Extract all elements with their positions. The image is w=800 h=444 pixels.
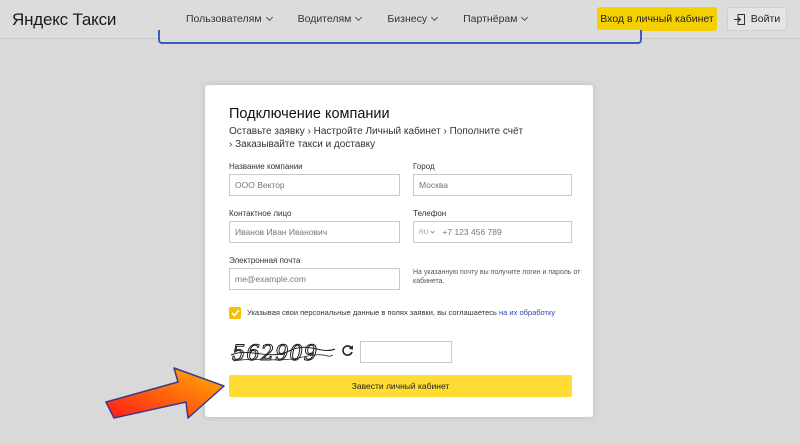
- logo-brand: Яндекс: [12, 10, 68, 29]
- consent-text: Указывая свои персональные данные в поля…: [247, 308, 555, 317]
- login-icon: [733, 13, 745, 25]
- chevron-down-icon: [521, 13, 529, 22]
- consent-label: Указывая свои персональные данные в поля…: [247, 308, 500, 317]
- chevron-down-icon: [431, 13, 439, 22]
- main-nav: Пользователям Водителям Бизнесу Партнёра…: [186, 13, 553, 25]
- login-button[interactable]: Войти: [727, 7, 787, 31]
- nav-item-label: Партнёрам: [463, 13, 518, 25]
- contact-person-label: Контактное лицо: [229, 209, 292, 218]
- company-form-card: Подключение компании Оставьте заявку › Н…: [205, 85, 593, 417]
- previous-section-card: [158, 30, 642, 44]
- checkmark-icon: [230, 309, 240, 317]
- captcha-input[interactable]: [360, 341, 452, 363]
- phone-placeholder: +7 123 456 789: [442, 227, 502, 237]
- chevron-down-icon: [265, 13, 273, 22]
- nav-item-label: Водителям: [297, 13, 352, 25]
- city-input[interactable]: Москва: [413, 174, 572, 196]
- country-code-value: RU: [419, 228, 429, 236]
- nav-item-label: Бизнесу: [387, 13, 428, 25]
- email-label: Электронная почта: [229, 256, 301, 265]
- nav-item-label: Пользователям: [186, 13, 262, 25]
- cabinet-login-button[interactable]: Вход в личный кабинет: [597, 7, 717, 31]
- captcha-image: 562909: [230, 341, 336, 365]
- consent-checkbox[interactable]: [229, 307, 241, 319]
- consent-link[interactable]: на их обработку: [499, 308, 555, 317]
- form-title: Подключение компании: [229, 106, 390, 122]
- form-steps: Оставьте заявку › Настройте Личный кабин…: [229, 126, 524, 150]
- nav-item-users[interactable]: Пользователям: [186, 13, 273, 25]
- captcha-text: 562909: [232, 341, 318, 365]
- city-label: Город: [413, 162, 435, 171]
- nav-item-drivers[interactable]: Водителям: [297, 13, 363, 25]
- nav-item-partners[interactable]: Партнёрам: [463, 13, 529, 25]
- country-code-select[interactable]: RU: [419, 228, 436, 236]
- create-cabinet-button[interactable]: Завести личный кабинет: [229, 375, 572, 397]
- contact-person-input[interactable]: Иванов Иван Иванович: [229, 221, 400, 243]
- chevron-down-icon: [355, 13, 363, 22]
- chevron-down-icon: [430, 228, 436, 234]
- login-label: Войти: [750, 13, 781, 25]
- company-name-input[interactable]: ООО Вектор: [229, 174, 400, 196]
- phone-input[interactable]: RU +7 123 456 789: [413, 221, 572, 243]
- nav-item-business[interactable]: Бизнесу: [387, 13, 439, 25]
- annotation-arrow-icon: [105, 367, 225, 419]
- email-input[interactable]: me@example.com: [229, 268, 400, 290]
- phone-label: Телефон: [413, 209, 447, 218]
- refresh-captcha-icon[interactable]: [341, 344, 354, 357]
- logo-product: Такси: [72, 10, 117, 29]
- company-name-label: Название компании: [229, 162, 303, 171]
- logo[interactable]: Яндекс Такси: [12, 10, 116, 30]
- email-hint: На указанную почту вы получите логин и п…: [413, 269, 581, 285]
